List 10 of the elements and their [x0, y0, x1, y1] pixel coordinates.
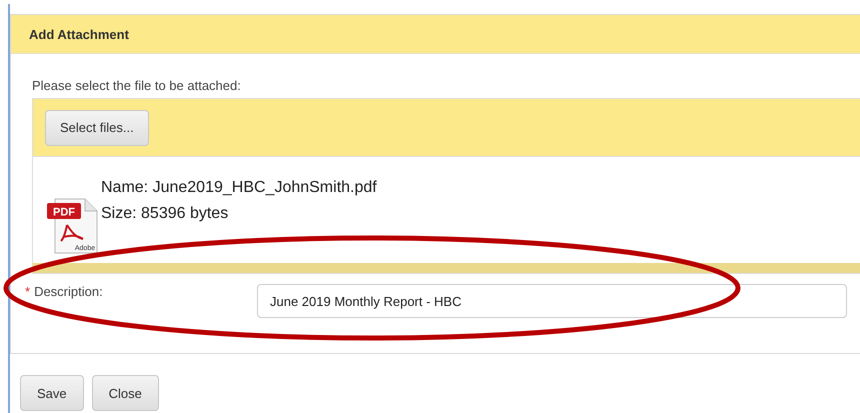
description-field[interactable]: June 2019 Monthly Report - HBC [257, 284, 847, 318]
dialog-title: Add Attachment [29, 26, 129, 42]
file-prompt: Please select the file to be attached: [32, 78, 242, 93]
required-mark: * [25, 284, 30, 299]
save-button[interactable]: Save [20, 375, 84, 411]
select-files-button[interactable]: Select files... [45, 110, 149, 146]
file-name: Name: June2019_HBC_JohnSmith.pdf [101, 179, 377, 197]
description-label: Description: [34, 284, 103, 299]
close-button[interactable]: Close [92, 375, 159, 411]
file-size: Size: 85396 bytes [101, 205, 230, 223]
